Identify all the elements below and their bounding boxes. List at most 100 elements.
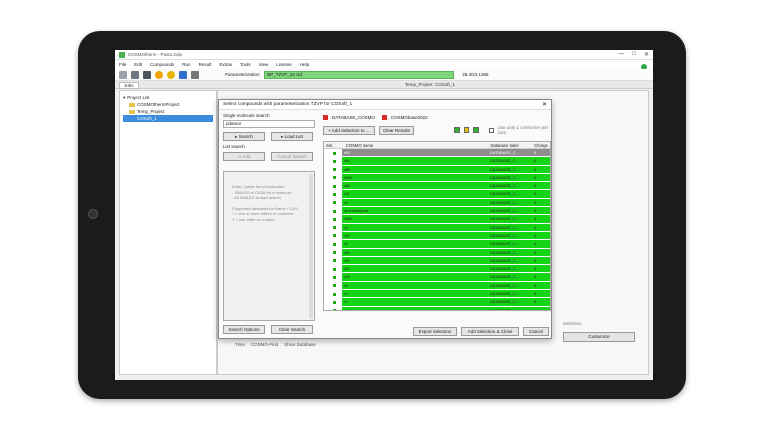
row-checkbox[interactable] bbox=[332, 291, 337, 297]
run-icon[interactable] bbox=[155, 70, 163, 79]
row-checkbox[interactable] bbox=[332, 241, 337, 247]
row-checkbox[interactable] bbox=[332, 200, 337, 206]
option-show-database[interactable]: Show Database bbox=[284, 342, 316, 347]
menu-run[interactable]: Run bbox=[182, 62, 190, 67]
table-row[interactable]: r83 DATABASE_C... 0 bbox=[324, 149, 550, 158]
table-row[interactable]: r85 DATABASE_C... 0 bbox=[324, 165, 550, 174]
customize-button[interactable]: Customize bbox=[563, 332, 635, 342]
cancel-button[interactable]: Cancel bbox=[523, 327, 549, 336]
menu-view[interactable]: View bbox=[259, 62, 269, 67]
dialog-close-icon[interactable]: ✕ bbox=[542, 101, 547, 108]
row-checkbox[interactable] bbox=[332, 167, 337, 173]
tree-item-cosoft[interactable]: COSoft_1 bbox=[123, 115, 213, 122]
add-selection-button[interactable]: + Add Selection to ... bbox=[323, 125, 375, 135]
column-cosmo-name[interactable]: COSMO name bbox=[344, 142, 489, 148]
maximize-button[interactable]: □ bbox=[632, 51, 636, 58]
row-checkbox[interactable] bbox=[332, 308, 337, 310]
tree-item-temp-project[interactable]: Temp_Project bbox=[123, 108, 213, 115]
cancel-search-button[interactable]: Cancel Search bbox=[271, 152, 313, 161]
grid-icon[interactable] bbox=[191, 70, 199, 79]
row-checkbox[interactable] bbox=[332, 299, 337, 305]
parameterization-select[interactable]: BP_TZVP_22.ctd bbox=[264, 70, 455, 79]
table-row[interactable]: r86b DATABASE_C... 0 bbox=[324, 173, 550, 183]
row-select-cell bbox=[324, 298, 342, 305]
menu-tools[interactable]: Tools bbox=[240, 62, 251, 67]
table-row[interactable]: r93 DATABASE_C... 0 bbox=[324, 273, 550, 282]
row-select-cell bbox=[324, 199, 342, 206]
row-checkbox[interactable] bbox=[332, 225, 337, 231]
table-row[interactable]: r87 DATABASE_C... 0 bbox=[324, 265, 550, 274]
table-row[interactable]: r88 DATABASE_C... 0 bbox=[324, 182, 550, 191]
row-checkbox[interactable] bbox=[332, 208, 337, 214]
database-cosmo-checkbox[interactable] bbox=[323, 114, 328, 120]
minimize-button[interactable]: — bbox=[618, 51, 624, 58]
new-project-icon[interactable] bbox=[119, 70, 127, 79]
tree-item-cosmotherm-project[interactable]: COSMOthermProject bbox=[123, 101, 213, 108]
select-partial-icon[interactable] bbox=[463, 127, 470, 133]
search-panel: Single molecule search pdamar ▸ Search ▸… bbox=[223, 113, 315, 335]
use-one-conformer-checkbox[interactable] bbox=[488, 127, 494, 133]
column-sel[interactable]: Sel. bbox=[324, 142, 344, 148]
table-row[interactable]: r92 DATABASE_C... 0 bbox=[324, 256, 550, 266]
column-database-label[interactable]: Database label bbox=[489, 142, 533, 148]
table-row[interactable]: r5 DATABASE_C... 0 bbox=[324, 240, 550, 249]
row-select-cell bbox=[324, 174, 342, 181]
table-row[interactable]: r6 DATABASE_C... 0 bbox=[324, 281, 550, 291]
export-selection-button[interactable]: Export Selection bbox=[413, 327, 457, 336]
cosmobase-checkbox[interactable] bbox=[381, 114, 387, 120]
load-list-button[interactable]: ▸ Load List bbox=[271, 132, 313, 141]
tree-item-project-list[interactable]: ▾ Project List bbox=[123, 94, 213, 101]
search-input[interactable]: pdamar bbox=[223, 120, 315, 128]
table-row[interactable]: r84 DATABASE_C... 0 bbox=[324, 157, 550, 166]
table-row[interactable]: r91 DATABASE_C... 0 bbox=[324, 190, 550, 199]
menu-license[interactable]: License bbox=[276, 62, 292, 67]
option-time[interactable]: Time bbox=[235, 342, 245, 347]
table-row[interactable]: r1 DATABASE_C... 0 bbox=[324, 298, 550, 307]
table-row[interactable]: r88b DATABASE_C... 0 bbox=[324, 215, 550, 224]
select-all-icon[interactable] bbox=[454, 127, 460, 133]
row-checkbox[interactable] bbox=[332, 150, 337, 156]
menu-compounds[interactable]: Compounds bbox=[150, 62, 174, 67]
row-checkbox[interactable] bbox=[332, 266, 337, 272]
table-row[interactable]: r90 DATABASE_C... 0 bbox=[324, 231, 550, 241]
table-row[interactable]: r89 DATABASE_C... 0 bbox=[324, 248, 550, 257]
menu-extras[interactable]: Extras bbox=[219, 62, 232, 67]
row-checkbox[interactable] bbox=[332, 250, 337, 256]
open-folder-icon[interactable] bbox=[131, 70, 139, 79]
menu-help[interactable]: Help bbox=[300, 62, 309, 67]
menu-file[interactable]: File bbox=[119, 62, 126, 67]
row-checkbox[interactable] bbox=[332, 183, 337, 189]
close-button[interactable]: ✕ bbox=[644, 51, 649, 58]
menu-result[interactable]: Result bbox=[199, 62, 212, 67]
column-charge[interactable]: Charge bbox=[532, 142, 550, 148]
row-checkbox[interactable] bbox=[332, 158, 337, 164]
menu-edit[interactable]: Edit bbox=[134, 62, 142, 67]
select-none-icon[interactable] bbox=[473, 127, 479, 133]
table-row[interactable]: r4 DATABASE_C... 0 bbox=[324, 198, 550, 208]
compound-icon[interactable] bbox=[167, 70, 175, 79]
table-row[interactable]: aminoalkyloid DATABASE_C... 0 bbox=[324, 207, 550, 216]
search-options-button[interactable]: Search Options bbox=[223, 325, 265, 334]
row-cells: r4 DATABASE_C... 0 bbox=[342, 198, 550, 207]
edit-pen-icon[interactable] bbox=[179, 70, 187, 79]
clear-results-button[interactable]: Clear Results bbox=[378, 125, 415, 135]
list-scrollbar[interactable] bbox=[309, 174, 313, 318]
table-row[interactable]: r2 DATABASE_C... 0 bbox=[324, 290, 550, 299]
row-checkbox[interactable] bbox=[332, 258, 337, 264]
table-row[interactable]: r94 DATABASE_C... 0 bbox=[324, 306, 550, 310]
row-checkbox[interactable] bbox=[332, 175, 337, 181]
clear-search-button[interactable]: Clear Search bbox=[271, 325, 313, 334]
add-button[interactable]: ⇒ Add bbox=[223, 152, 265, 161]
row-checkbox[interactable] bbox=[332, 191, 337, 197]
save-icon[interactable] bbox=[143, 70, 151, 79]
tab-jobs[interactable]: Jobs bbox=[119, 82, 139, 89]
row-checkbox[interactable] bbox=[332, 283, 337, 289]
row-checkbox[interactable] bbox=[332, 216, 337, 222]
table-row[interactable]: r3 DATABASE_C... 0 bbox=[324, 223, 550, 232]
row-checkbox[interactable] bbox=[332, 233, 337, 239]
list-search-textarea[interactable]: Enter / paste list of molecules: - SMILE… bbox=[223, 171, 315, 321]
row-checkbox[interactable] bbox=[332, 274, 337, 280]
option-cosmo-find[interactable]: COSMO-Find bbox=[251, 342, 278, 347]
add-selection-close-button[interactable]: Add Selection & Close bbox=[461, 327, 519, 336]
search-button[interactable]: ▸ Search bbox=[223, 132, 265, 141]
